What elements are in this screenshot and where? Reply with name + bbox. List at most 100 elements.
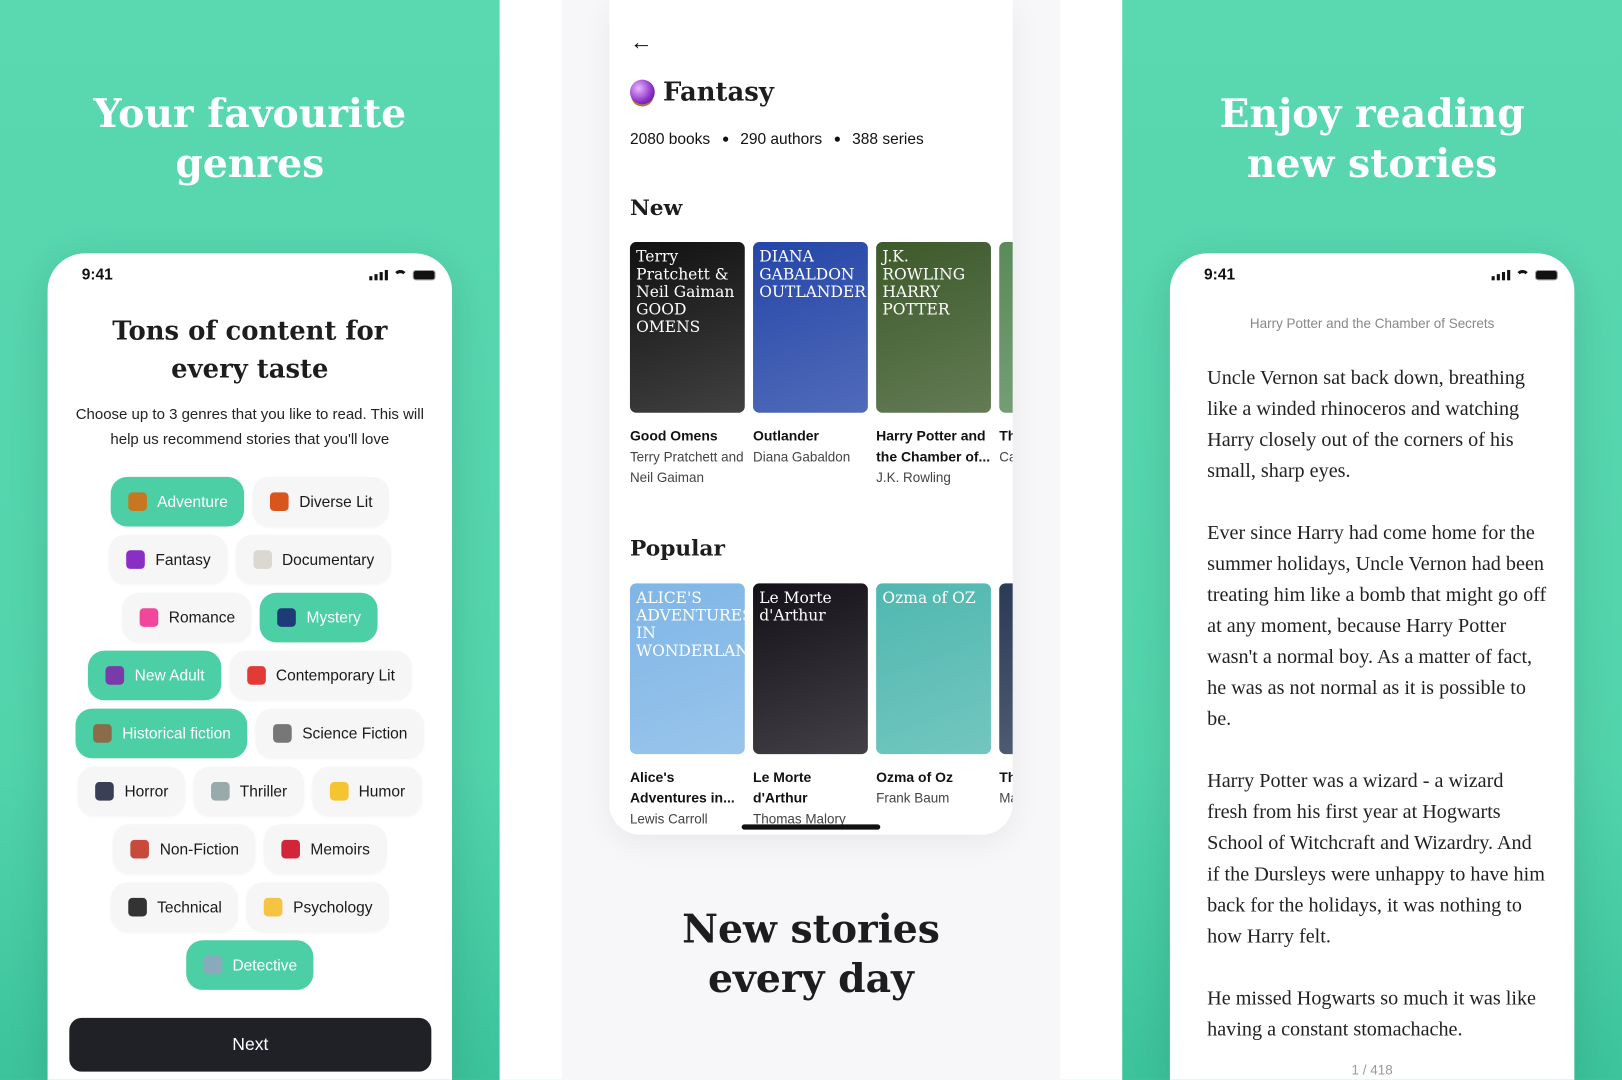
genre-chip-label: Horror [124, 782, 169, 801]
next-button[interactable]: Next [69, 1017, 432, 1072]
genre-row: New Adult Contemporary Lit [48, 650, 452, 701]
signal-icon [369, 269, 388, 280]
genre-chip-label: Adventure [157, 492, 228, 511]
section-popular-title: Popular [629, 534, 725, 561]
genre-chip-label: Technical [157, 898, 222, 916]
section-new-title: New [629, 194, 683, 221]
genre-chip-label: Mystery [306, 608, 361, 627]
genre-chip-historical-fiction[interactable]: Historical fiction [75, 708, 248, 759]
book-item[interactable]: Ozma of OZ Ozma of Oz Frank Baum [876, 583, 991, 829]
cover-text: Ozma of OZ [882, 588, 976, 608]
book-item[interactable]: Terry Pratchett & Neil Gaiman GOOD OMENS… [629, 242, 745, 488]
cover-text: J.K. ROWLING HARRY POTTER [882, 247, 966, 319]
status-time: 9:41 [1204, 265, 1236, 284]
genre-chip-humor[interactable]: Humor [312, 766, 422, 817]
genre-row: Non-Fiction Memoirs [48, 824, 452, 875]
reader-text[interactable]: Uncle Vernon sat back down, breathing li… [1207, 363, 1548, 1077]
cover-text: Le Morte d'Arthur [759, 588, 832, 625]
book-cover[interactable]: DIANA GABALDON OUTLANDER [753, 242, 868, 413]
milky-way-icon [277, 608, 297, 627]
genre-chip-new-adult[interactable]: New Adult [88, 650, 222, 701]
right-headline: Enjoy reading new stories [1219, 89, 1525, 187]
genre-chip-label: Memoirs [310, 840, 370, 859]
book-title: Th [999, 428, 1012, 444]
books-count: 2080 books [629, 130, 711, 148]
reader-paragraph: Harry Potter was a wizard - a wizard fre… [1207, 770, 1545, 948]
book-item[interactable]: Le Morte d'Arthur Le Morte d'Arthur Thomas… [753, 583, 868, 829]
left-panel: Your favourite genres 9:41 Tons of conte… [0, 0, 500, 1080]
genre-row: Technical Psychology [48, 882, 452, 932]
genre-chip-label: New Adult [134, 666, 205, 685]
book-item[interactable]: Th Ca [999, 242, 1013, 488]
new-books-shelf[interactable]: Terry Pratchett & Neil Gaiman GOOD OMENS… [629, 242, 1013, 488]
popcorn-icon [246, 666, 266, 685]
genre-chip-fantasy[interactable]: Fantasy [108, 534, 228, 585]
book-item[interactable]: J.K. ROWLING HARRY POTTER Harry Potter an… [876, 242, 991, 488]
book-cover[interactable]: Terry Pratchett & Neil Gaiman GOOD OMENS [629, 242, 745, 413]
genre-chip-romance[interactable]: Romance [122, 592, 252, 643]
genre-chip-label: Humor [358, 782, 406, 801]
book-author: Diana Gabaldon [753, 448, 851, 465]
genre-chip-horror[interactable]: Horror [77, 766, 185, 817]
reader-paragraph: He missed Hogwarts so much it was like h… [1207, 987, 1537, 1041]
genre-chip-adventure[interactable]: Adventure [110, 476, 245, 527]
genre-chip-label: Fantasy [155, 550, 211, 569]
genre-chip-thriller[interactable]: Thriller [193, 766, 304, 817]
genre-chip-contemporary-lit[interactable]: Contemporary Lit [229, 650, 412, 701]
book-cover[interactable]: Ozma of OZ [876, 583, 991, 755]
genre-chip-diverse-lit[interactable]: Diverse Lit [252, 476, 390, 527]
genre-chip-technical[interactable]: Technical [110, 882, 239, 932]
arrow-left-icon[interactable]: ← [630, 29, 653, 56]
reader-paragraph: Ever since Harry had come home for the s… [1207, 522, 1547, 731]
book-title: Th [999, 769, 1012, 786]
genre-row: Romance Mystery [48, 592, 452, 643]
book-cover[interactable]: J.K. ROWLING HARRY POTTER [876, 242, 991, 413]
genre-chip-non-fiction[interactable]: Non-Fiction [113, 824, 256, 875]
genre-chip-label: Non-Fiction [159, 840, 240, 859]
genre-chip-documentary[interactable]: Documentary [235, 534, 391, 585]
book-title: Harry Potter and the Chamber of... [876, 428, 991, 465]
page-indicator: 1 / 418 [1351, 1062, 1393, 1078]
genre-chip-mystery[interactable]: Mystery [259, 592, 378, 643]
telescope-icon [273, 724, 292, 743]
book-cover[interactable] [999, 583, 1013, 755]
castle-icon [93, 724, 112, 743]
genre-name: Fantasy [663, 76, 774, 107]
series-count: 388 series [852, 130, 924, 148]
genre-title: Fantasy [629, 76, 774, 107]
book-title: Ozma of Oz [876, 769, 953, 786]
genre-chip-label: Science Fiction [302, 724, 408, 743]
popular-books-shelf[interactable]: ALICE'S ADVENTURES IN WONDERLAND Alice's … [629, 583, 1013, 829]
genre-chip-science-fiction[interactable]: Science Fiction [255, 708, 424, 759]
genre-chip-label: Diverse Lit [299, 492, 373, 511]
genre-chip-label: Contemporary Lit [275, 666, 395, 685]
genre-row: Adventure Diverse Lit [48, 476, 452, 527]
fireworks-icon [270, 492, 289, 511]
genre-chip-label: Romance [168, 608, 236, 627]
book-item[interactable]: ALICE'S ADVENTURES IN WONDERLAND Alice's … [629, 583, 745, 829]
middle-panel: ← Fantasy 2080 books 290 authors 388 ser… [499, 0, 1123, 1080]
page-subtitle: Choose up to 3 genres that you like to r… [75, 406, 424, 448]
dancer-icon [105, 666, 125, 685]
cover-text: ALICE'S ADVENTURES IN WONDERLAND [636, 588, 745, 660]
book-cover[interactable]: Le Morte d'Arthur [753, 583, 868, 755]
book-item[interactable]: Th Ma [999, 583, 1013, 829]
battery-icon [1535, 269, 1558, 280]
home-indicator [741, 824, 881, 830]
light-bulb-icon [264, 897, 283, 917]
two-hearts-icon [139, 608, 159, 627]
genre-chip-label: Historical fiction [122, 724, 231, 743]
genre-chip-memoirs[interactable]: Memoirs [263, 824, 387, 875]
book-author: Ma [999, 790, 1012, 806]
signal-icon [1491, 269, 1511, 280]
book-title: Outlander [753, 428, 820, 444]
reader-phone: 9:41 Harry Potter and the Chamber of Sec… [1169, 253, 1575, 1080]
book-cover[interactable] [999, 242, 1013, 413]
book-cover[interactable]: ALICE'S ADVENTURES IN WONDERLAND [629, 583, 745, 755]
genre-chip-detective[interactable]: Detective [185, 940, 314, 990]
book-item[interactable]: DIANA GABALDON OUTLANDER Outlander Diana G… [753, 242, 868, 488]
magnifier-icon [203, 955, 223, 975]
genre-chip-psychology[interactable]: Psychology [246, 882, 390, 932]
genre-chip-label: Detective [232, 956, 298, 974]
book-title: Le Morte d'Arthur [753, 769, 812, 806]
